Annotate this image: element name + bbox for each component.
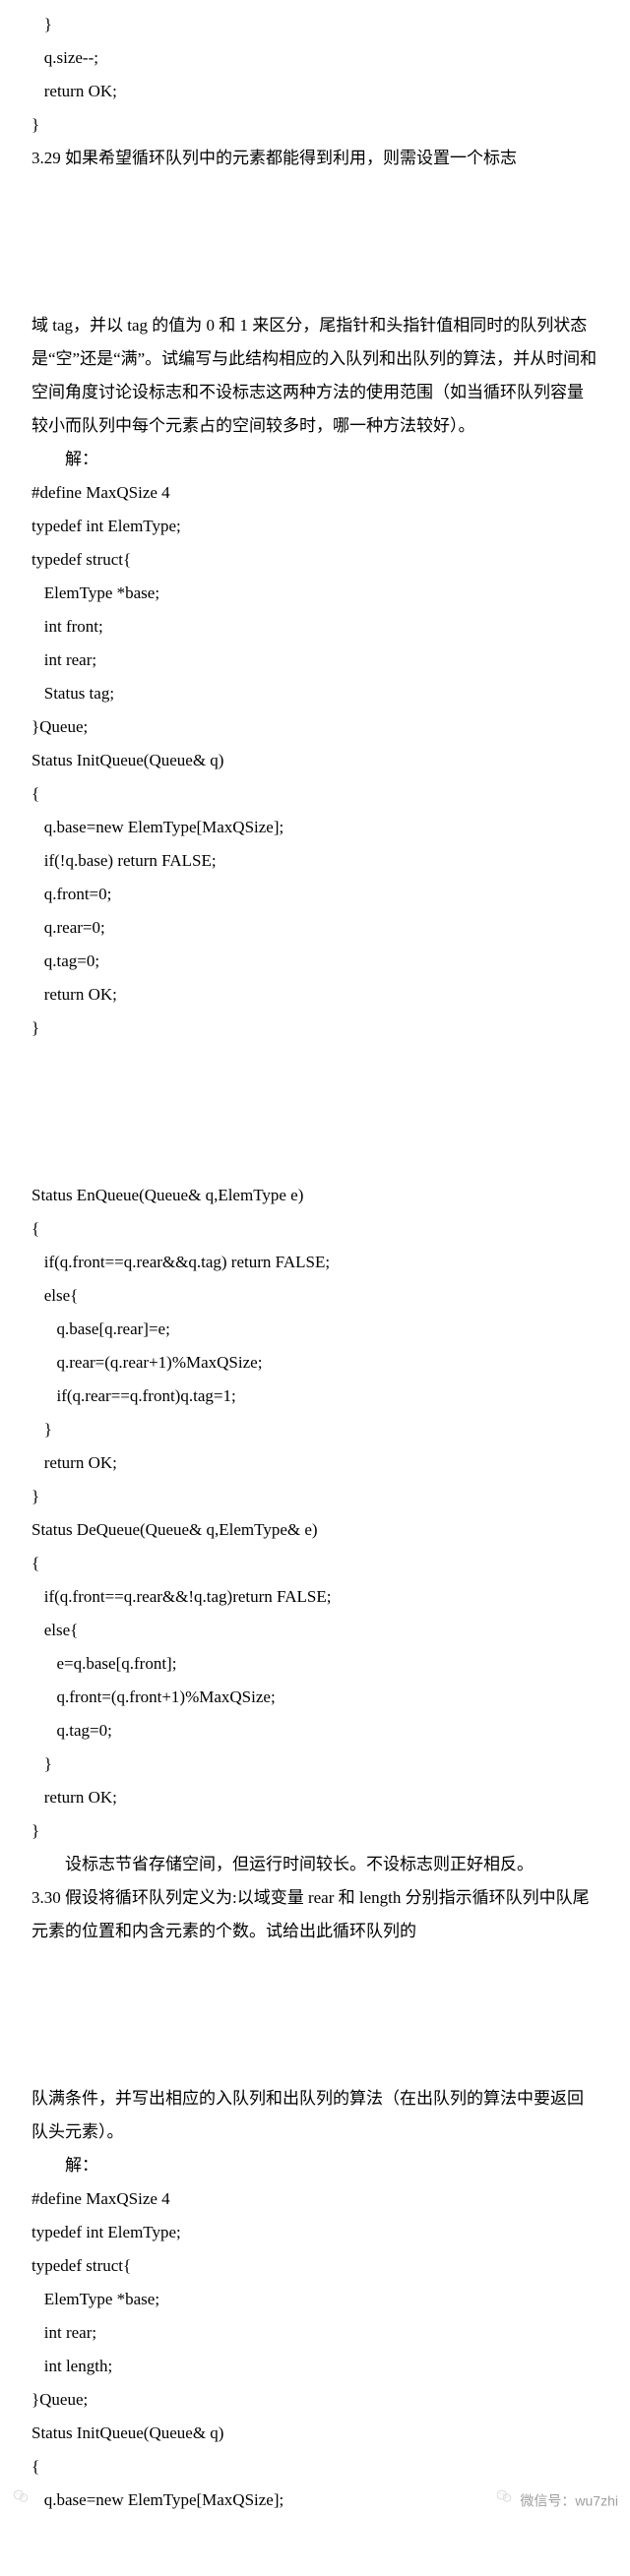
document-body: } q.size--; return OK; } 3.29 如果希望循环队列中的… [0,0,630,2576]
